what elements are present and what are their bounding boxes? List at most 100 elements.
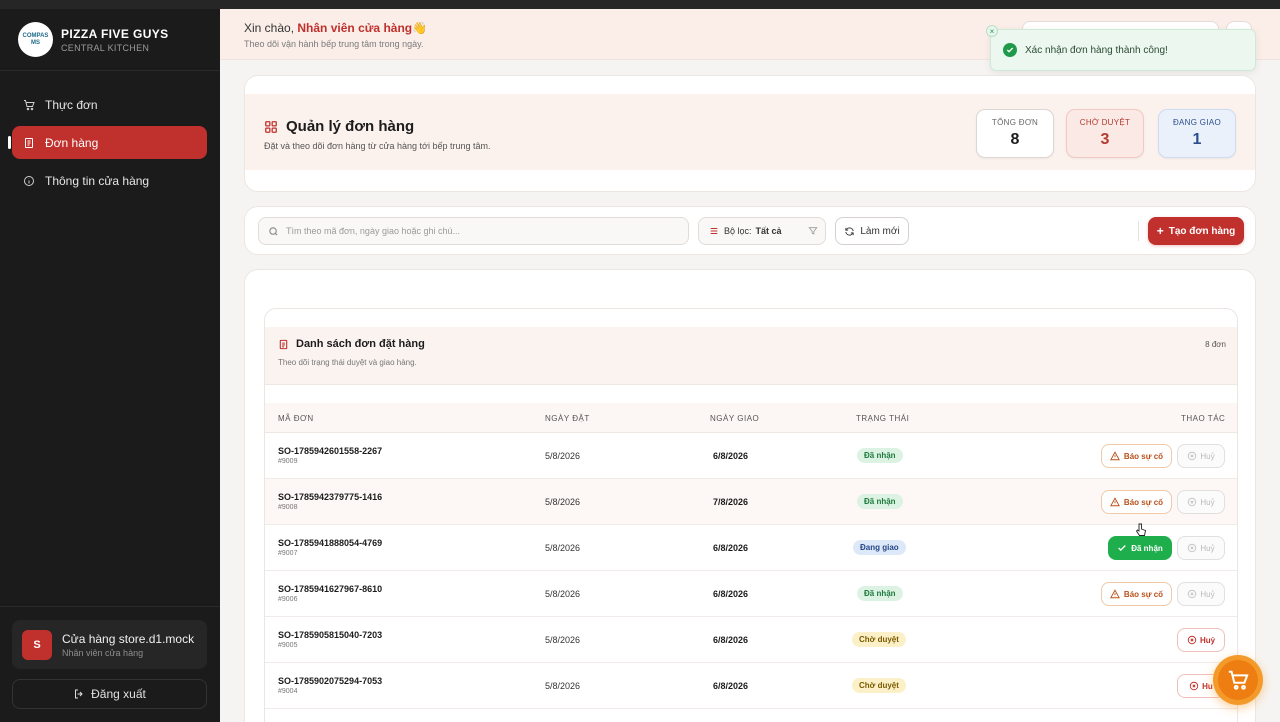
table-header: MÃ ĐƠN NGÀY ĐẶT NGÀY GIAO TRẠNG THÁI THA… [265, 403, 1237, 433]
plus-icon: + [1156, 224, 1164, 238]
greeting-prefix: Xin chào, [244, 21, 295, 35]
warning-icon [1109, 589, 1120, 599]
status-badge: Đã nhận [857, 586, 903, 601]
page-subtitle: Đặt và theo dõi đơn hàng từ cửa hàng tới… [264, 141, 491, 151]
sidebar-item-orders[interactable]: Đơn hàng [8, 126, 207, 159]
cancel-button[interactable]: Huỷ [1177, 582, 1225, 606]
receipt-icon [23, 137, 35, 149]
delivery-date: 6/8/2026 [713, 451, 749, 461]
refresh-label: Làm mới [860, 225, 900, 237]
success-toast: × Xác nhận đơn hàng thành công! [986, 25, 1256, 71]
stat-value: 8 [1010, 131, 1020, 148]
cancel-button[interactable]: Huỷ [1177, 628, 1225, 652]
table-row: SO-1785941888054-4769 #9007 5/8/2026 6/8… [265, 525, 1237, 571]
browser-top-strip [0, 0, 1280, 9]
sidebar-footer: S Cửa hàng store.d1.mock Nhân viên cửa h… [0, 606, 220, 722]
delivery-date: 7/8/2026 [713, 497, 749, 507]
column-header: NGÀY GIAO [710, 414, 760, 423]
sidebar-item-label: Thông tin cửa hàng [45, 173, 150, 188]
table-row: SO-1785942379775-1416 #9008 5/8/2026 7/8… [265, 479, 1237, 525]
create-order-button[interactable]: + Tạo đơn hàng [1148, 217, 1244, 245]
sidebar-item-menu[interactable]: Thực đơn [12, 88, 207, 121]
toolbar-divider [1138, 221, 1139, 241]
order-date: 5/8/2026 [545, 543, 581, 553]
avatar: S [22, 629, 52, 660]
search-icon [269, 226, 278, 236]
user-card[interactable]: S Cửa hàng store.d1.mock Nhân viên cửa h… [12, 620, 207, 669]
greeting-name: Nhân viên cửa hàng [297, 21, 413, 35]
order-number: #9005 [278, 642, 298, 649]
greeting-subtitle: Theo dõi vận hành bếp trung tâm trong ng… [244, 39, 424, 49]
order-list-title: Danh sách đơn đặt hàng [278, 338, 425, 350]
cancel-button[interactable]: Huỷ [1177, 490, 1225, 514]
warning-icon [1109, 497, 1120, 507]
order-code: SO-1785905815040-7203 [278, 630, 383, 640]
column-header: THAO TÁC [1181, 414, 1226, 423]
mouse-pointer-icon [1135, 523, 1147, 536]
brand-title: PIZZA FIVE GUYS [61, 26, 169, 41]
x-circle-icon [1187, 635, 1197, 645]
stat-value: 1 [1192, 131, 1202, 148]
column-header: NGÀY ĐẶT [545, 414, 590, 423]
order-code: SO-1785941627967-8610 [278, 584, 383, 594]
greeting: Xin chào, Nhân viên cửa hàng👋 [244, 21, 427, 35]
order-date: 5/8/2026 [545, 589, 581, 599]
page-title: Quản lý đơn hàng [264, 118, 414, 135]
cancel-button[interactable]: Huỷ [1177, 444, 1225, 468]
logout-button[interactable]: Đăng xuất [12, 679, 207, 709]
x-circle-icon [1188, 451, 1197, 461]
sidebar-item-store-info[interactable]: Thông tin cửa hàng [12, 164, 207, 197]
order-code: SO-1785902075294-7053 [278, 676, 383, 686]
order-date: 5/8/2026 [545, 635, 581, 645]
delivery-date: 6/8/2026 [713, 543, 749, 553]
x-circle-icon [1188, 589, 1197, 599]
order-list: Danh sách đơn đặt hàng Theo dõi trạng th… [264, 308, 1238, 722]
x-circle-icon [1189, 681, 1199, 691]
cart-icon [1228, 670, 1249, 690]
order-code: SO-1785942379775-1416 [278, 492, 383, 502]
refresh-icon [845, 226, 854, 236]
cancel-button[interactable]: Huỷ [1177, 536, 1225, 560]
info-icon [23, 175, 35, 187]
delivery-date: 6/8/2026 [713, 681, 749, 691]
search-box [258, 217, 689, 245]
status-badge: Chờ duyệt [852, 632, 906, 647]
x-circle-icon [1188, 497, 1197, 507]
report-issue-button[interactable]: Báo sự cố [1101, 582, 1172, 606]
report-issue-button[interactable]: Báo sự cố [1101, 490, 1172, 514]
toast-close-icon[interactable]: × [986, 25, 998, 37]
order-number: #9009 [278, 458, 298, 465]
stat-shipping-orders: ĐANG GIAO 1 [1158, 109, 1236, 158]
status-badge: Đang giao [853, 540, 906, 555]
table-row: SO-1785942601558-2267 #9009 5/8/2026 6/8… [265, 433, 1237, 479]
sidebar: COMPAS MS PIZZA FIVE GUYS CENTRAL KITCHE… [0, 9, 220, 722]
document-icon [279, 339, 288, 349]
table-row: SO-1785905815040-7203 #9005 5/8/2026 6/8… [265, 617, 1237, 663]
order-list-subtitle: Theo dõi trạng thái duyệt và giao hàng. [278, 358, 417, 367]
column-header: TRẠNG THÁI [856, 414, 910, 423]
order-number: #9004 [278, 688, 298, 695]
order-number: #9006 [278, 596, 298, 603]
cart-button[interactable] [1213, 655, 1263, 705]
toast-message: Xác nhận đơn hàng thành công! [1025, 44, 1168, 56]
brand-subtitle: CENTRAL KITCHEN [61, 42, 150, 53]
confirm-received-button[interactable]: Đã nhận [1108, 536, 1172, 560]
filter-select[interactable]: Bộ lọc: Tất cả [698, 217, 826, 245]
brand-logo: COMPAS MS [18, 22, 53, 57]
filter-value: Tất cả [755, 226, 782, 236]
delivery-date: 6/8/2026 [713, 589, 749, 599]
order-date: 5/8/2026 [545, 497, 581, 507]
search-input[interactable] [286, 226, 676, 236]
refresh-button[interactable]: Làm mới [835, 217, 909, 245]
stat-value: 3 [1100, 131, 1110, 148]
status-badge: Đã nhận [857, 494, 903, 509]
column-header: MÃ ĐƠN [278, 414, 314, 423]
cart-icon [23, 99, 35, 111]
order-code: SO-1785941888054-4769 [278, 538, 383, 548]
user-role: Nhân viên cửa hàng [62, 647, 144, 658]
table-row: SO-1785902075294-7053 #9004 5/8/2026 6/8… [265, 663, 1237, 709]
order-summary-card: Quản lý đơn hàng Đặt và theo dõi đơn hàn… [244, 75, 1256, 192]
check-icon [1118, 545, 1126, 551]
report-issue-button[interactable]: Báo sự cố [1101, 444, 1172, 468]
sidebar-nav: Thực đơn Đơn hàng Thông tin cửa hàng [0, 88, 220, 197]
